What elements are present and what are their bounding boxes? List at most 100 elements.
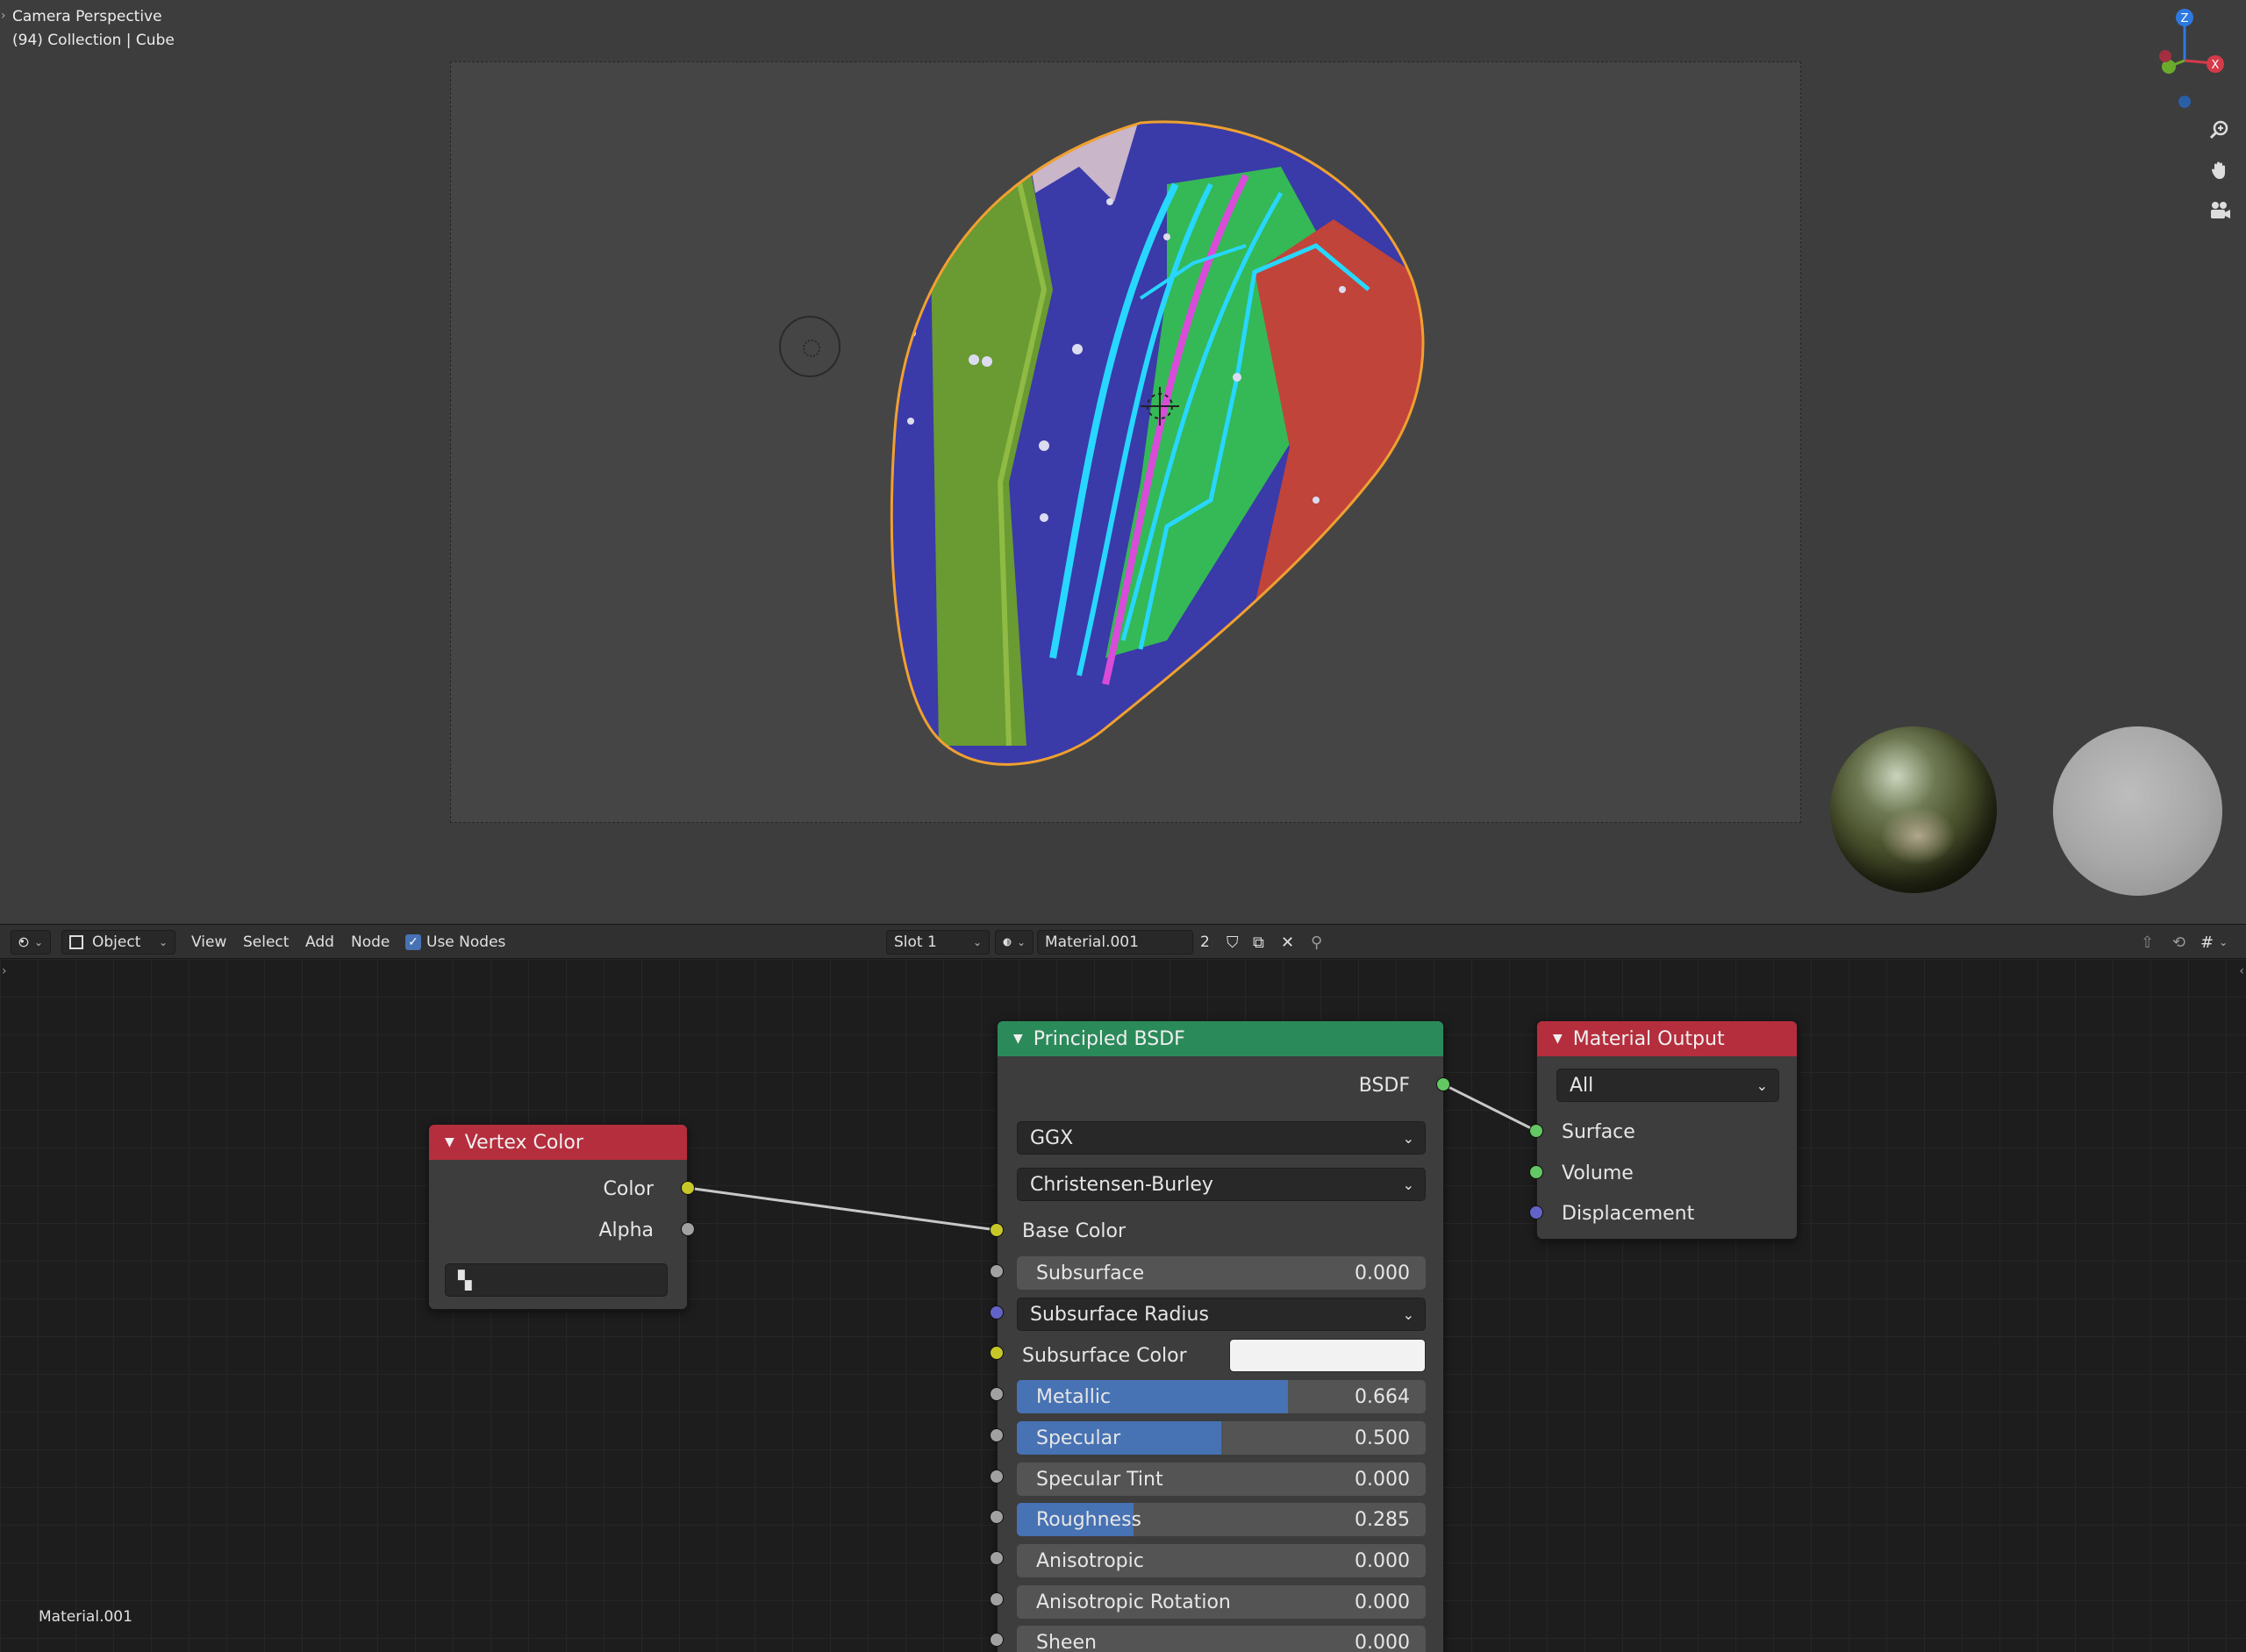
node-editor-header: ⌄ Object ⌄ View Select Add Node ✓ Use No… — [0, 924, 2246, 959]
material-output-node[interactable]: ▼ Material Output All ⌄ Surface Volume D… — [1536, 1020, 1798, 1240]
slider-value: 0.000 — [1355, 1468, 1410, 1491]
chevron-down-icon: ⌄ — [1402, 1176, 1414, 1193]
slider-label: Subsurface — [1036, 1262, 1145, 1284]
view-name: Camera Perspective — [12, 8, 162, 25]
socket-roughness-input[interactable] — [990, 1510, 1004, 1524]
material-sphere-icon — [1003, 938, 1012, 947]
chevron-down-icon: ⌄ — [33, 936, 43, 948]
editor-type-dropdown[interactable]: ⌄ — [11, 930, 51, 955]
metallic-slider[interactable]: Metallic 0.664 — [1017, 1380, 1426, 1413]
collapse-triangle-icon[interactable]: ▼ — [1553, 1032, 1563, 1046]
light-object-icon[interactable] — [779, 316, 840, 377]
menu-select[interactable]: Select — [243, 925, 289, 960]
fake-user-shield-icon[interactable]: ⛉ — [1227, 925, 1239, 960]
specular-slider[interactable]: Specular 0.500 — [1017, 1421, 1426, 1455]
checkbox-checked-icon[interactable]: ✓ — [405, 934, 421, 950]
distribution-dropdown[interactable]: GGX ⌄ — [1017, 1121, 1426, 1155]
material-name-field[interactable]: Material.001 — [1037, 930, 1193, 955]
pan-hand-icon[interactable] — [2202, 153, 2237, 188]
roughness-slider[interactable]: Roughness 0.285 — [1017, 1503, 1426, 1536]
hdri-preview-sphere — [1830, 726, 1997, 893]
slider-value: 0.000 — [1355, 1262, 1410, 1284]
menu-view[interactable]: View — [191, 925, 226, 960]
socket-color-output[interactable] — [681, 1181, 695, 1195]
socket-alpha-output[interactable] — [681, 1222, 695, 1236]
link-color-to-base-color[interactable] — [687, 1186, 998, 1232]
slider-label: Anisotropic Rotation — [1036, 1591, 1231, 1613]
vertex-color-node[interactable]: ▼ Vertex Color Color Alpha ▚ — [428, 1124, 688, 1310]
socket-anisotropic-rotation-input[interactable] — [990, 1592, 1004, 1606]
snap-grid-icon[interactable]: # ⌄ — [2200, 925, 2228, 960]
camera-view-icon[interactable] — [2202, 193, 2237, 228]
pin-icon[interactable]: ⚲ — [1311, 925, 1322, 960]
subsurface-radius-dropdown[interactable]: Subsurface Radius ⌄ — [1017, 1298, 1426, 1331]
shader-editor-icon — [18, 937, 29, 948]
slider-label: Roughness — [1036, 1508, 1142, 1531]
chevron-down-icon: ⌄ — [158, 936, 168, 948]
parent-node-tree-icon[interactable]: ⇧ — [2141, 925, 2154, 960]
link-bsdf-to-surface[interactable] — [1442, 1083, 1537, 1133]
subsurface-slider[interactable]: Subsurface 0.000 — [1017, 1256, 1426, 1290]
socket-subsurface-input[interactable] — [990, 1264, 1004, 1278]
use-nodes-toggle[interactable]: ✓ Use Nodes — [405, 925, 505, 960]
output-target-dropdown[interactable]: All ⌄ — [1556, 1069, 1779, 1102]
sheen-slider[interactable]: Sheen 0.000 — [1017, 1626, 1426, 1652]
material-user-count[interactable]: 2 — [1200, 925, 1210, 960]
vertex-color-layer-field[interactable]: ▚ — [445, 1263, 668, 1297]
gizmo-neg-x-axis[interactable] — [2159, 50, 2171, 62]
socket-sheen-input[interactable] — [990, 1633, 1004, 1647]
navigation-gizmo[interactable]: Z X — [2132, 4, 2237, 109]
zoom-icon[interactable] — [2202, 112, 2237, 147]
node-editor-canvas[interactable]: › ‹ ▼ Vertex Color Color Alpha ▚ ▼ Princ… — [0, 959, 2246, 1652]
material-name: Material.001 — [1045, 933, 1139, 951]
snapping-icon[interactable]: ⟲ — [2172, 925, 2185, 960]
socket-specular-tint-input[interactable] — [990, 1470, 1004, 1484]
collapse-triangle-icon[interactable]: ▼ — [445, 1135, 454, 1149]
anisotropic-slider[interactable]: Anisotropic 0.000 — [1017, 1544, 1426, 1577]
subsurface-method-dropdown[interactable]: Christensen-Burley ⌄ — [1017, 1168, 1426, 1201]
unlink-material-icon[interactable]: ✕ — [1281, 925, 1294, 960]
slider-value: 0.000 — [1355, 1591, 1410, 1613]
slot-dropdown[interactable]: Slot 1 ⌄ — [886, 930, 990, 955]
subsurface-color-swatch[interactable] — [1229, 1339, 1426, 1372]
socket-specular-input[interactable] — [990, 1428, 1004, 1442]
duplicate-material-icon[interactable]: ⧉ — [1253, 925, 1264, 960]
socket-surface-input[interactable] — [1529, 1124, 1543, 1138]
menu-add[interactable]: Add — [305, 925, 334, 960]
gizmo-neg-z-axis[interactable] — [2178, 96, 2191, 108]
distribution-value: GGX — [1030, 1126, 1074, 1149]
slider-value: 0.500 — [1355, 1427, 1410, 1449]
socket-displacement-input[interactable] — [1529, 1205, 1543, 1219]
vertex-color-layer-icon: ▚ — [458, 1269, 472, 1291]
menu-node[interactable]: Node — [351, 925, 390, 960]
node-header[interactable]: ▼ Vertex Color — [429, 1125, 687, 1160]
slider-label: Specular — [1036, 1427, 1121, 1449]
slider-value: 0.000 — [1355, 1631, 1410, 1652]
socket-anisotropic-input[interactable] — [990, 1551, 1004, 1565]
mode-label: Object — [92, 933, 141, 951]
socket-subsurface-color-input[interactable] — [990, 1346, 1004, 1360]
slider-label: Anisotropic — [1036, 1549, 1144, 1572]
collapse-triangle-icon[interactable]: ▼ — [1013, 1032, 1023, 1046]
socket-bsdf-output[interactable] — [1436, 1077, 1450, 1091]
toolbar-expand-arrow-icon[interactable]: › — [1, 9, 6, 23]
slider-value: 0.000 — [1355, 1549, 1410, 1572]
subsurface-radius-label: Subsurface Radius — [1030, 1303, 1209, 1326]
chevron-down-icon: ⌄ — [1402, 1129, 1414, 1147]
diffuse-preview-sphere — [2053, 726, 2222, 896]
node-header[interactable]: ▼ Material Output — [1537, 1021, 1797, 1056]
helmet-model[interactable] — [877, 114, 1439, 798]
3d-viewport[interactable]: › Camera Perspective (94) Collection | C… — [0, 0, 2246, 924]
socket-volume-input[interactable] — [1529, 1165, 1543, 1179]
output-bsdf-label: BSDF — [1358, 1074, 1410, 1097]
mode-dropdown[interactable]: Object ⌄ — [61, 930, 175, 955]
principled-bsdf-node[interactable]: ▼ Principled BSDF BSDF GGX ⌄ Christensen… — [997, 1020, 1444, 1652]
socket-subsurface-radius-input[interactable] — [990, 1305, 1004, 1319]
specular-tint-slider[interactable]: Specular Tint 0.000 — [1017, 1462, 1426, 1496]
browse-material-button[interactable]: ⌄ — [995, 930, 1034, 955]
anisotropic-rotation-slider[interactable]: Anisotropic Rotation 0.000 — [1017, 1585, 1426, 1619]
socket-base-color-input[interactable] — [990, 1223, 1004, 1237]
socket-metallic-input[interactable] — [990, 1387, 1004, 1401]
node-header[interactable]: ▼ Principled BSDF — [998, 1021, 1443, 1056]
collection-object-info: (94) Collection | Cube — [12, 32, 175, 49]
